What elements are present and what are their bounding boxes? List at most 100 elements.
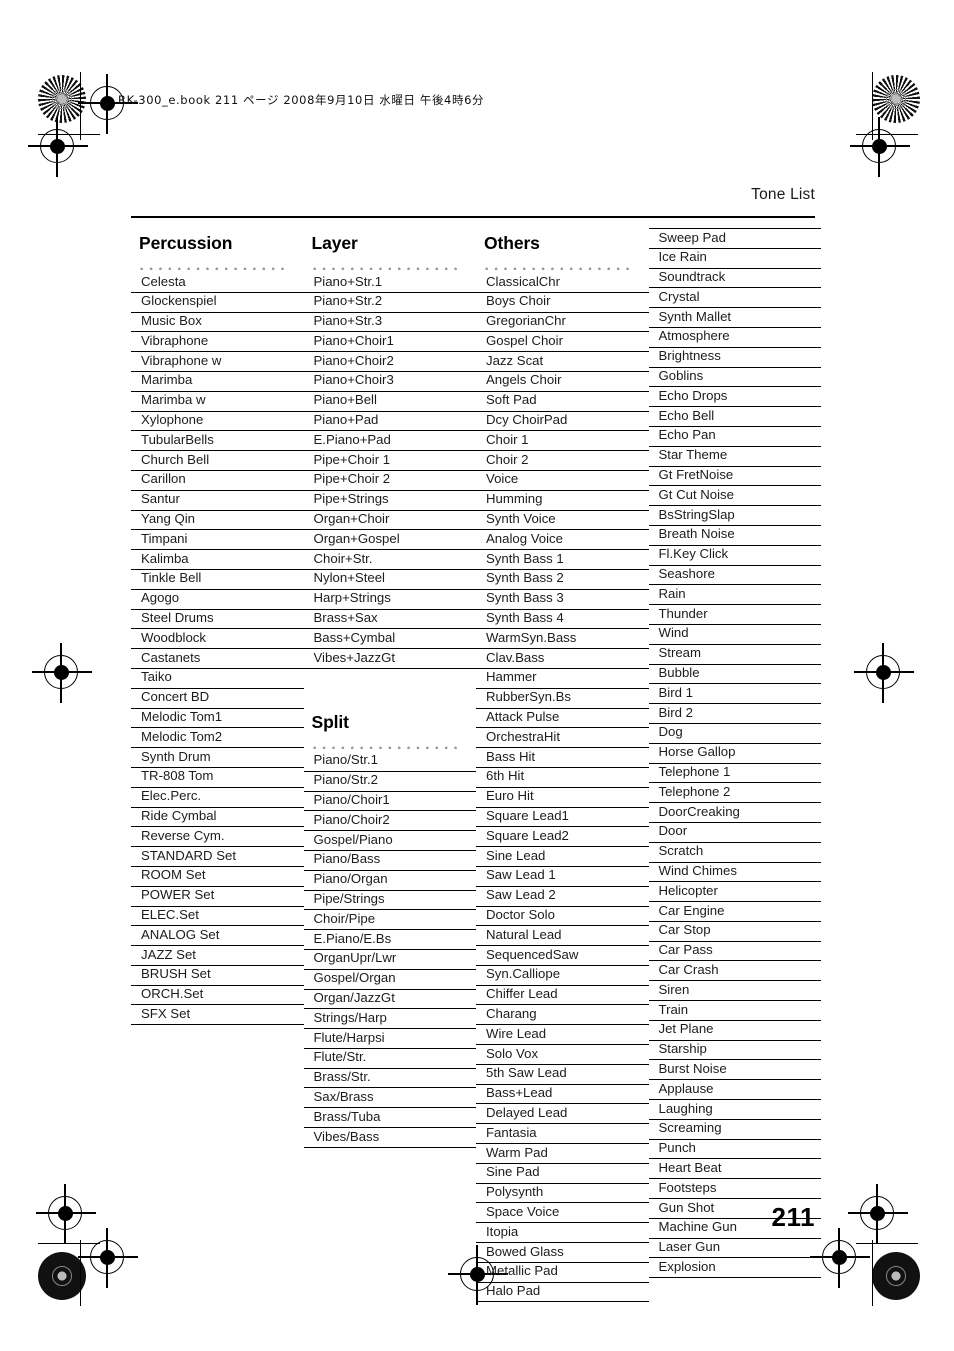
tone-list-item: DoorCreaking [648, 803, 821, 823]
registration-target-bottom-left-upper [36, 1184, 96, 1244]
tone-list-item: Doctor Solo [476, 907, 649, 927]
tone-list-item: Echo Drops [648, 387, 821, 408]
section-heading-percussion: Percussion [139, 233, 233, 253]
tone-list-item: Flute/Harpsi [303, 1029, 476, 1049]
tone-list-item: Echo Pan [648, 427, 821, 447]
tone-list-item: Delayed Lead [476, 1104, 649, 1125]
tone-list-item: Celesta [131, 273, 304, 293]
tone-column-1: Percussion Celesta Glockenspiel Music Box Vi… [131, 228, 304, 1302]
registration-target-bottom-left [78, 1228, 138, 1288]
tone-list-item: Bass+Cymbal [303, 629, 476, 650]
tone-list-item: Gospel/Piano [303, 831, 476, 851]
tone-list-item: Humming [476, 491, 649, 511]
tone-list-item: Dcy ChoirPad [476, 412, 649, 432]
registration-target-top-left [28, 117, 88, 177]
tone-list-item: Hammer [476, 669, 649, 689]
tone-list-split: Piano/Str.1 Piano/Str.2 Piano/Choir1 Piano/… [303, 752, 476, 1148]
tone-list-item: Euro Hit [476, 788, 649, 808]
tone-list-item: Wire Lead [476, 1025, 649, 1046]
tone-list-item: Starship [648, 1041, 821, 1061]
tone-list-item: Square Lead2 [476, 827, 649, 848]
tone-list-item: Square Lead1 [476, 808, 649, 828]
tone-list-item: Flute/Str. [303, 1049, 476, 1069]
tone-list-item: Sax/Brass [303, 1088, 476, 1109]
tone-list-item: E.Piano+Pad [303, 431, 476, 452]
tone-list-item: Glockenspiel [131, 293, 304, 313]
tone-list-item: ClassicalChr [476, 273, 649, 293]
tone-list-item: Car Pass [648, 942, 821, 962]
tone-list-item: Taiko [131, 669, 304, 689]
tone-list-item: TR-808 Tom [131, 768, 304, 788]
tone-list-item: Piano/Bass [303, 851, 476, 871]
dotted-rule [309, 260, 458, 270]
section-heading-split: Split [311, 711, 350, 732]
tone-list-item: Angels Choir [476, 372, 649, 392]
tone-list-item: Concert BD [131, 689, 304, 709]
tone-list-item: Piano/Organ [303, 871, 476, 891]
tone-list-item: Gt FretNoise [648, 467, 821, 487]
tone-list-item: Attack Pulse [476, 709, 649, 729]
tone-list-item: Brass/Str. [303, 1069, 476, 1089]
tone-list-item: Vibraphone w [131, 352, 304, 372]
crop-mark-bottom-left-horizontal [38, 1243, 100, 1245]
tone-list-item: Soundtrack [648, 269, 821, 289]
tone-list-item: Steel Drums [131, 610, 304, 630]
tone-list-others-continued: Sweep Pad Ice Rain Soundtrack Crystal Synth … [648, 228, 821, 1279]
tone-list-item: WarmSyn.Bass [476, 629, 649, 650]
tone-list-item: Car Stop [648, 922, 821, 942]
tone-list-item: Piano/Str.2 [303, 772, 476, 792]
tone-list-item: Jet Plane [648, 1021, 821, 1041]
tone-list-item: Voice [476, 471, 649, 491]
tone-list-item: Warm Pad [476, 1144, 649, 1164]
tone-list-item: Crystal [648, 288, 821, 309]
tone-list-item: Synth Drum [131, 748, 304, 768]
tone-list-item: OrganUpr/Lwr [303, 950, 476, 970]
tone-list-item: Star Theme [648, 447, 821, 467]
tone-list-item: Metallic Pad [476, 1263, 649, 1283]
tone-list-item: Saw Lead 2 [476, 887, 649, 907]
tone-list-item: Synth Bass 4 [476, 610, 649, 630]
tone-list-item: Woodblock [131, 629, 304, 650]
tone-list-item: Marimba w [131, 392, 304, 412]
tone-list-item: Bowed Glass [476, 1243, 649, 1263]
tone-list-item: Brass/Tuba [303, 1108, 476, 1129]
tone-list-item: TubularBells [131, 431, 304, 452]
tone-list-item: Helicopter [648, 882, 821, 903]
running-head: Tone List [751, 186, 815, 203]
tone-list-item: Harp+Strings [303, 590, 476, 610]
tone-list-percussion: Celesta Glockenspiel Music Box Vibraphone Vi… [131, 273, 304, 1026]
tone-list-item: Pipe+Choir 1 [303, 451, 476, 471]
tone-list-item: Clav.Bass [476, 649, 649, 669]
tone-list-item: JAZZ Set [131, 946, 304, 966]
tone-list-item: Agogo [131, 590, 304, 610]
file-info-line: RK-300_e.book 211 ページ 2008年9月10日 水曜日 午後4… [118, 93, 485, 107]
tone-list-item: Space Voice [476, 1203, 649, 1224]
tone-column-3: Others ClassicalChr Boys Choir GregorianChr… [476, 228, 649, 1303]
tone-list-item: Car Engine [648, 902, 821, 922]
tone-list-item: Charang [476, 1005, 649, 1026]
tone-list-item: Laser Gun [648, 1239, 821, 1259]
tone-list-item: Fantasia [476, 1124, 649, 1145]
tone-list-item: Santur [131, 491, 304, 511]
tone-list-item: Atmosphere [648, 328, 821, 348]
tone-list-item: Wind Chimes [648, 863, 821, 883]
tone-list-item: Synth Bass 3 [476, 590, 649, 610]
tone-list-item: Kalimba [131, 550, 304, 570]
tone-list-item: Screaming [648, 1120, 821, 1140]
tone-list-item: Heart Beat [648, 1159, 821, 1180]
tone-list-item: Xylophone [131, 412, 304, 432]
tone-list-item: Piano+Pad [303, 412, 476, 432]
registration-target-top-right [850, 117, 910, 177]
tone-list-item: Choir 2 [476, 451, 649, 471]
tone-list-item: POWER Set [131, 887, 304, 907]
tone-list-columns: Percussion Celesta Glockenspiel Music Box Vi… [131, 228, 821, 1303]
tone-list-item: Organ+Choir [303, 511, 476, 531]
registration-star-bottom-left [38, 1252, 86, 1300]
tone-list-item: Fl.Key Click [648, 546, 821, 566]
tone-list-item: Thunder [648, 605, 821, 625]
tone-list-item: 5th Saw Lead [476, 1065, 649, 1085]
tone-list-layer: Piano+Str.1 Piano+Str.2 Piano+Str.3 Piano+C… [303, 273, 476, 669]
tone-list-item: ELEC.Set [131, 907, 304, 927]
tone-list-item: Rain [648, 585, 821, 606]
tone-list-item: SequencedSaw [476, 946, 649, 966]
